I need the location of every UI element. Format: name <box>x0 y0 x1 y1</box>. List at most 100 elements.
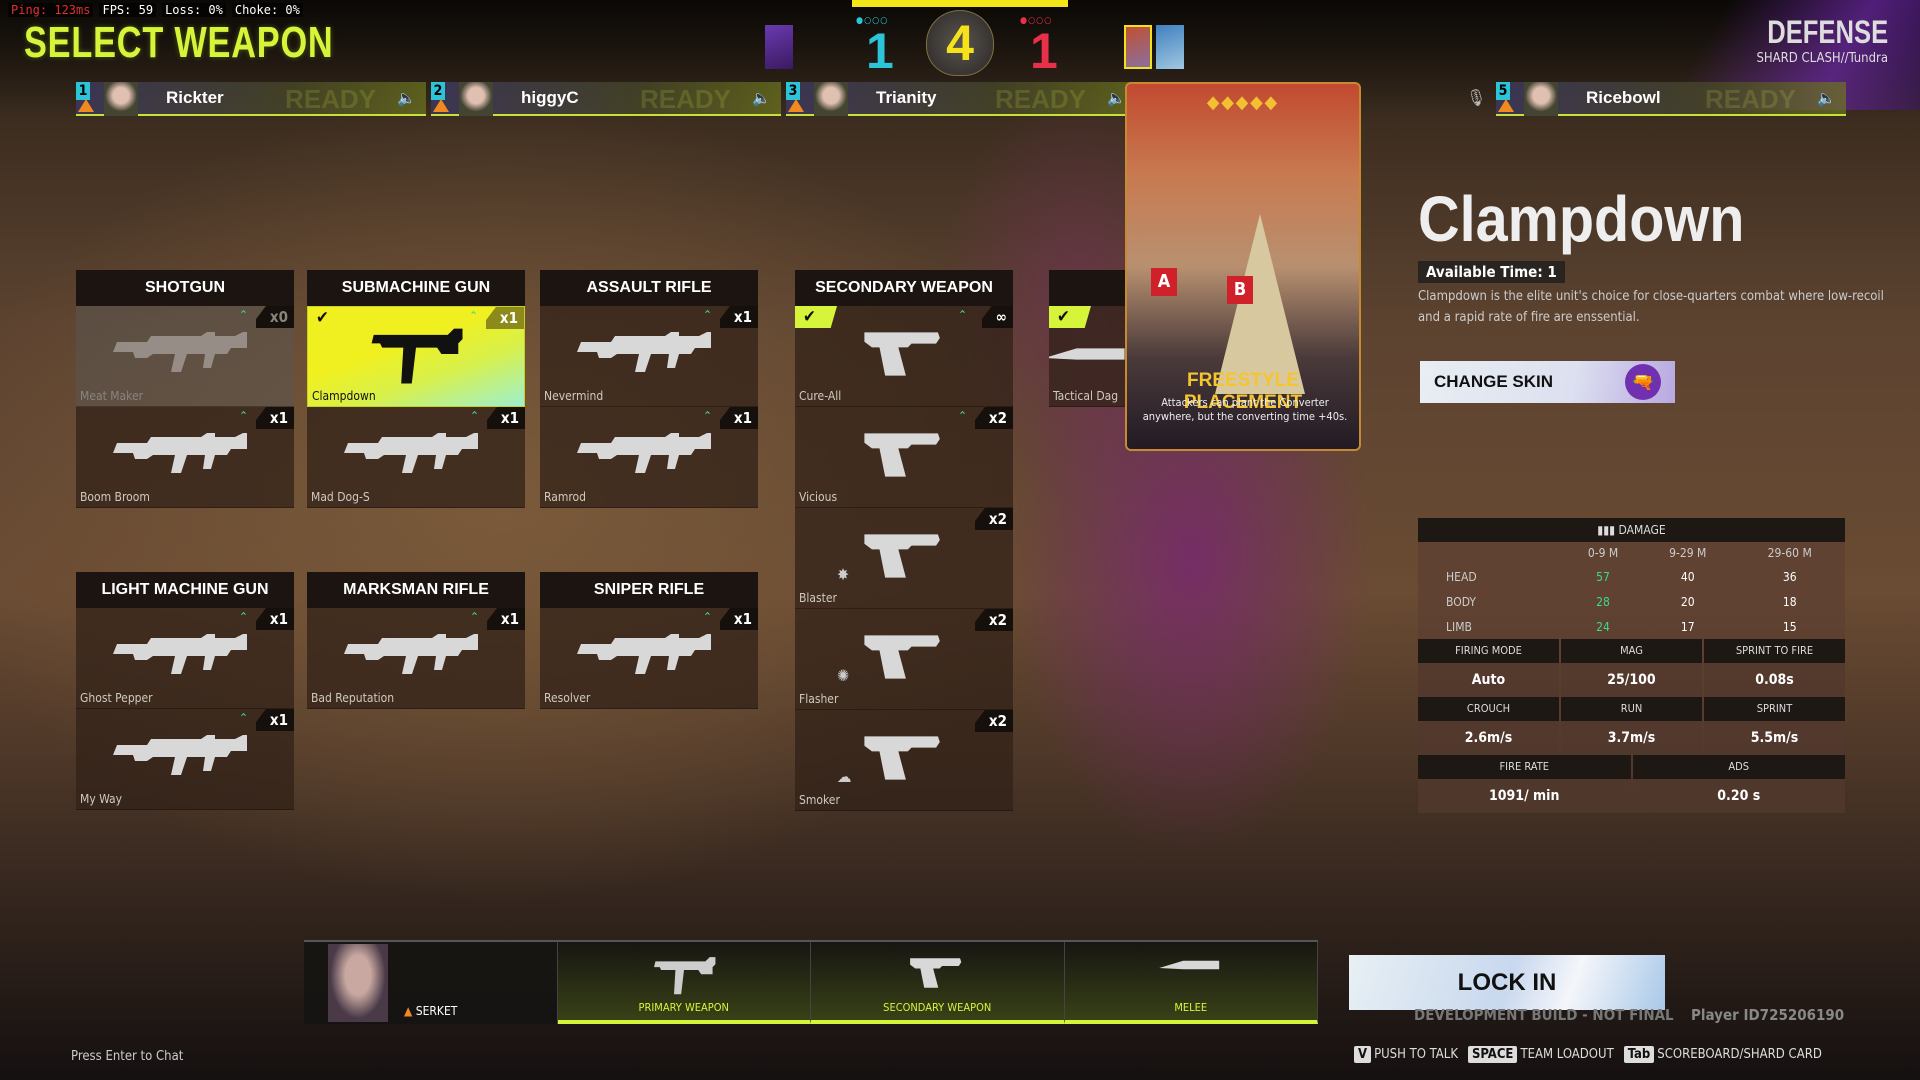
speaker-icon[interactable]: 🔈 <box>752 89 771 107</box>
pistol-icon <box>864 534 940 578</box>
damage-value: 20 <box>1680 594 1695 609</box>
weapon-slot[interactable]: x2 ☁ Smoker <box>795 710 1013 811</box>
upgrade-chevron-icon: ⌃ <box>238 409 248 423</box>
secondary-label: SECONDARY WEAPON <box>883 1001 992 1014</box>
weapon-name: Vicious <box>799 490 838 504</box>
weapon-name: Clampdown <box>312 389 376 403</box>
player-name: Trianity <box>876 88 937 107</box>
weapon-count: x2 <box>974 609 1013 631</box>
loadout-bar: ▲ SERKET PRIMARY WEAPON SECONDARY WEAPON… <box>304 940 1318 1024</box>
change-skin-button[interactable]: CHANGE SKIN 🔫 <box>1420 361 1675 403</box>
range-header: 0-9 M <box>1587 546 1619 560</box>
character-name: SERKET <box>415 1004 458 1018</box>
speaker-icon[interactable]: 🔈 <box>1817 89 1836 107</box>
enemy-shard-card-icon-2 <box>1156 25 1184 69</box>
weapon-count: x1 <box>255 407 294 429</box>
rank-icon <box>1498 99 1514 112</box>
speaker-icon[interactable]: 🔈 <box>1107 89 1126 107</box>
primary-label: PRIMARY WEAPON <box>638 1001 729 1014</box>
rifle-icon <box>344 634 478 674</box>
ping: Ping: 123ms <box>8 3 94 17</box>
rank-icon <box>788 99 804 112</box>
weapon-slot[interactable]: x2 ⌃ Vicious <box>795 407 1013 508</box>
weapon-slot[interactable]: x2 ✺ Flasher <box>795 609 1013 710</box>
weapon-slot[interactable]: ✔ ∞ ⌃ Cure-All <box>795 306 1013 407</box>
loadout-character[interactable]: ▲ SERKET <box>304 942 558 1024</box>
upgrade-chevron-icon: ⌃ <box>702 610 712 624</box>
speaker-icon[interactable]: 🔈 <box>397 89 416 107</box>
ally-score: 1 <box>866 23 894 79</box>
player-bar: 3 READY Trianity 🔈 <box>786 82 1136 116</box>
mode-subtitle: SHARD CLASH//Tundra <box>1756 51 1888 66</box>
lock-in-button[interactable]: LOCK IN <box>1349 955 1665 1010</box>
hint-team-loadout: SPACE TEAM LOADOUT <box>1468 1046 1614 1063</box>
weapon-slot[interactable]: x1 ⌃ Resolver <box>540 608 758 709</box>
category-header: SUBMACHINE GUN <box>307 270 525 306</box>
card-art-pyramid <box>1215 214 1305 394</box>
category-header: SNIPER RIFLE <box>540 572 758 608</box>
category-header: ASSAULT RIFLE <box>540 270 758 306</box>
available-time: Available Time: 1 <box>1418 261 1565 283</box>
loadout-melee[interactable]: MELEE <box>1064 942 1318 1024</box>
player-name: Rickter <box>166 88 224 107</box>
change-skin-label: CHANGE SKIN <box>1434 372 1554 391</box>
weapon-slot[interactable]: x1 ⌃ My Way <box>76 709 294 810</box>
avatar <box>459 82 493 116</box>
revolver-skin-icon: 🔫 <box>1625 364 1661 400</box>
category-tactical: ✔ Tactical Dag <box>1049 270 1125 407</box>
damage-value: 28 <box>1596 594 1610 609</box>
mag-label: MAG <box>1561 639 1702 663</box>
category-light-machine-gun: LIGHT MACHINE GUN x1 ⌃ Ghost Pepper x1 ⌃ My Wa… <box>76 572 294 810</box>
enemy-shard-card-icon <box>1124 25 1152 69</box>
grenade-mod-icon: ✸ <box>837 565 850 584</box>
page-title: SELECT WEAPON <box>24 18 334 67</box>
weapon-slot[interactable]: x1 ⌃ Nevermind <box>540 306 758 407</box>
category-marksman-rifle: MARKSMAN RIFLE x1 ⌃ Bad Reputation <box>307 572 525 709</box>
loadout-secondary[interactable]: SECONDARY WEAPON <box>811 942 1065 1024</box>
bullets-icon: ▮▮▮ <box>1597 523 1619 537</box>
shard-card[interactable]: ◆◆◆◆◆ A B FREESTYLE PLACEMENT Attackers … <box>1125 82 1361 451</box>
weapon-slot[interactable]: ✔ x1 ⌃ Clampdown <box>307 306 525 407</box>
category-header: SHOTGUN <box>76 270 294 306</box>
ally-shard-card-icon <box>765 25 793 69</box>
mic-muted-icon[interactable]: 🎙 <box>1466 88 1486 107</box>
key-tab: Tab <box>1623 1046 1655 1063</box>
choke: Choke: 0% <box>231 3 303 17</box>
upgrade-chevron-icon: ⌃ <box>702 409 712 423</box>
avatar <box>104 82 138 116</box>
category-secondary-weapon: SECONDARY WEAPON ✔ ∞ ⌃ Cure-All x2 ⌃ Vicious x2 ✸… <box>795 270 1013 811</box>
weapon-slot[interactable]: x1 ⌃ Bad Reputation <box>307 608 525 709</box>
side-label: DEFENSE <box>1767 14 1888 50</box>
star-rating: ◆◆◆◆◆ <box>1206 92 1280 113</box>
weapon-slot[interactable]: x0 ⌃ Meat Maker <box>76 306 294 407</box>
upgrade-chevron-icon: ⌃ <box>468 309 478 323</box>
body-label: BODY <box>1446 594 1476 609</box>
check-icon: ✔ <box>1049 306 1091 328</box>
avatar <box>1524 82 1558 116</box>
weapon-slot[interactable]: ✔ Tactical Dag <box>1049 306 1125 407</box>
weapon-stats: ▮▮▮ DAMAGE 0-9 M 9-29 M 29-60 M HEAD 57 40 36… <box>1418 518 1845 813</box>
knife-icon <box>1049 348 1125 360</box>
pistol-icon <box>864 332 940 376</box>
weapon-count: x2 <box>974 710 1013 732</box>
weapon-name: Bad Reputation <box>311 691 395 705</box>
round-timer-bar <box>852 0 1068 7</box>
chat-hint: Press Enter to Chat <box>71 1049 184 1064</box>
weapon-description: Clampdown is the elite unit's choice for… <box>1418 289 1884 325</box>
weapon-slot[interactable]: x2 ✸ Blaster <box>795 508 1013 609</box>
crouch-label: CROUCH <box>1418 697 1559 721</box>
damage-value: 17 <box>1680 619 1695 634</box>
weapon-slot[interactable]: x1 ⌃ Ramrod <box>540 407 758 508</box>
rank-icon <box>433 99 449 112</box>
smg-icon <box>653 957 716 995</box>
damage-row-body: BODY 28 20 18 <box>1418 589 1845 614</box>
weapon-count: x2 <box>974 508 1013 530</box>
damage-value: 40 <box>1680 569 1695 584</box>
range-header: 29-60 M <box>1767 546 1812 560</box>
weapon-slot[interactable]: x1 ⌃ Ghost Pepper <box>76 608 294 709</box>
weapon-slot[interactable]: x1 ⌃ Mad Dog-S <box>307 407 525 508</box>
pistol-icon <box>864 635 940 679</box>
loadout-primary[interactable]: PRIMARY WEAPON <box>557 942 811 1024</box>
player-bar: 2 READY higgyC 🔈 <box>431 82 781 116</box>
weapon-slot[interactable]: x1 ⌃ Boom Broom <box>76 407 294 508</box>
